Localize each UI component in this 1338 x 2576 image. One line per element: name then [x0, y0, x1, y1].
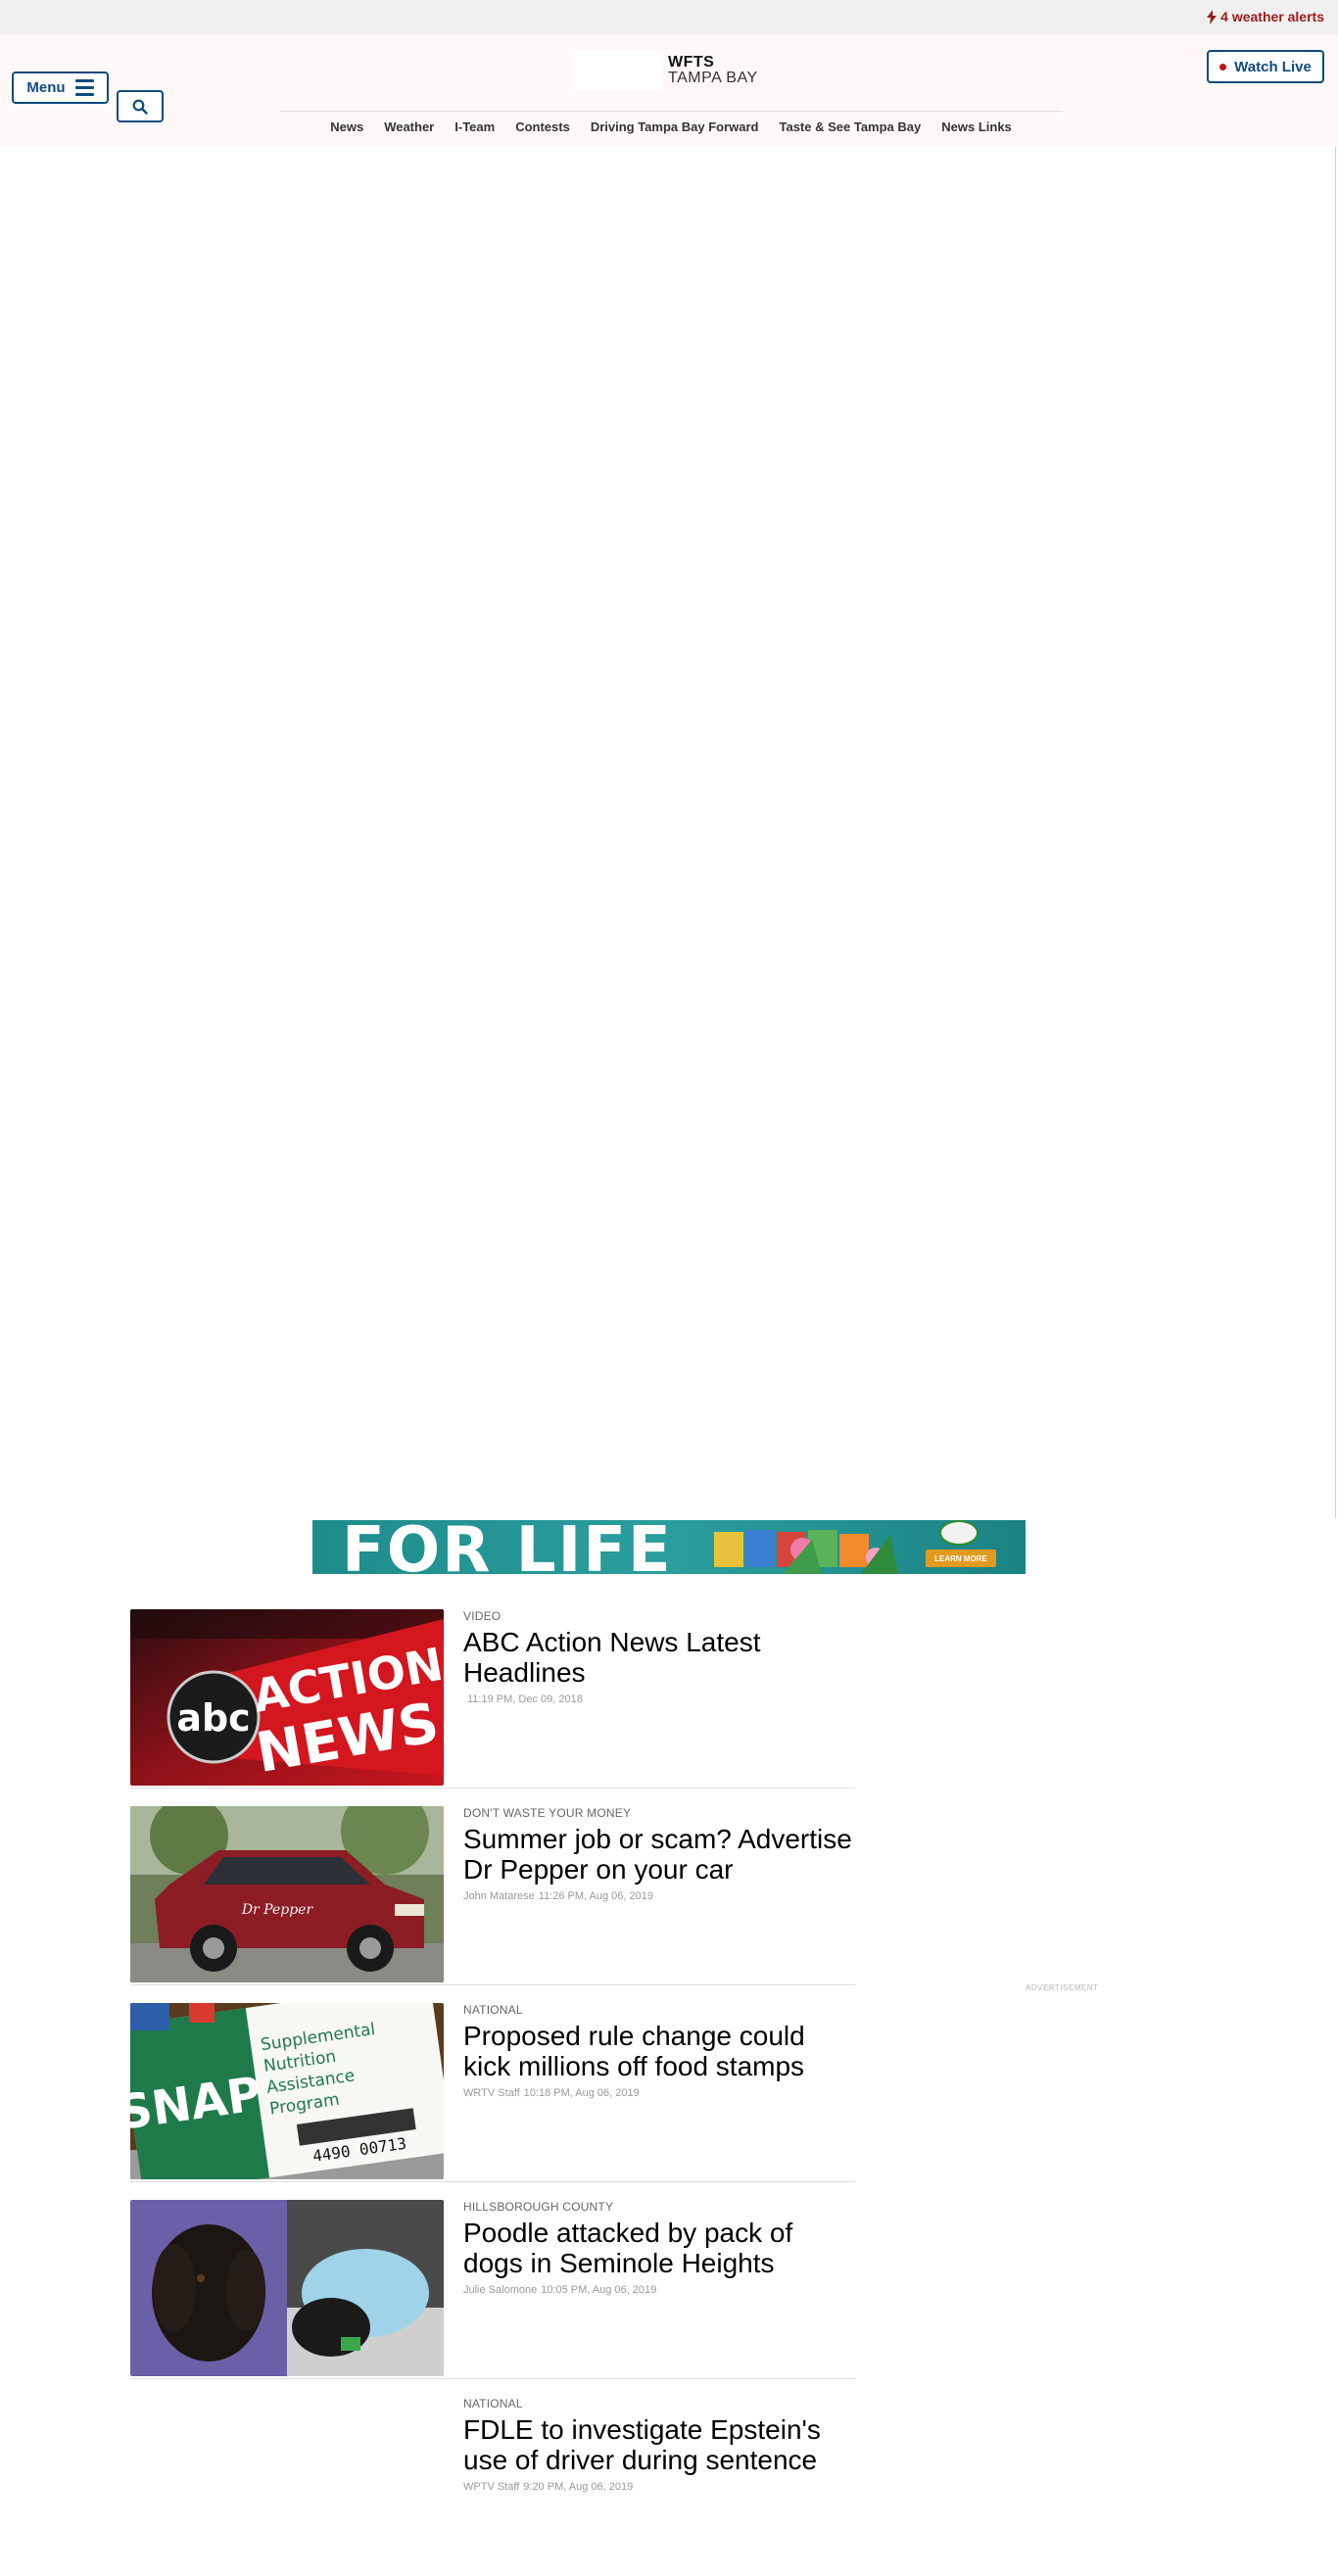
site-header: Menu WFTS TAMPA BAY Watch Live News Weat… [0, 34, 1338, 147]
banner-headline: FOR LIFE [342, 1520, 673, 1574]
nav-item-contests[interactable]: Contests [515, 119, 570, 134]
logo-mark [574, 51, 662, 90]
weather-alerts-link[interactable]: 4 weather alerts [1207, 9, 1324, 24]
story-headline[interactable]: Poodle attacked by pack of dogs in Semin… [463, 2218, 855, 2278]
weather-alerts-label: 4 weather alerts [1220, 9, 1324, 24]
nav-item-taste-and-see[interactable]: Taste & See Tampa Bay [780, 119, 922, 134]
story-author: Julie Salomone [463, 2284, 538, 2296]
watch-live-label: Watch Live [1234, 58, 1312, 75]
story-meta: Julie Salomone 10:05 PM, Aug 06, 2019 [463, 2284, 855, 2296]
snap-card-image: SNAP Supplemental Nutrition Assistance P… [130, 2003, 444, 2179]
lottery-logo [939, 1520, 979, 1546]
abc-action-news-image: abc ACTION NEWS [130, 1609, 444, 1786]
banner-learn-more-button[interactable]: LEARN MORE [926, 1550, 996, 1567]
story-item[interactable]: Dr Pepper DON'T WASTE YOUR MONEY Summer … [130, 1806, 855, 1985]
hamburger-icon [74, 79, 94, 96]
story-body: VIDEO ABC Action News Latest Headlines 1… [463, 1609, 855, 1705]
advertisement-label: ADVERTISEMENT [1026, 1983, 1099, 1992]
story-meta: WRTV Staff 10:18 PM, Aug 06, 2019 [463, 2087, 855, 2099]
logo-market-name: TAMPA BAY [668, 70, 758, 86]
story-body: NATIONAL Proposed rule change could kick… [463, 2003, 855, 2099]
story-body: HILLSBOROUGH COUNTY Poodle attacked by p… [463, 2200, 855, 2296]
story-thumbnail[interactable] [130, 2200, 444, 2376]
story-body: NATIONAL FDLE to investigate Epstein's u… [463, 2397, 855, 2493]
story-time: 11:19 PM, Dec 09, 2018 [467, 1693, 583, 1705]
story-time: 10:05 PM, Aug 06, 2019 [541, 2284, 657, 2296]
flowers-graphic [783, 1535, 898, 1574]
live-dot-icon [1219, 63, 1227, 71]
story-author: John Matarese [463, 1890, 535, 1902]
nav-item-weather[interactable]: Weather [384, 119, 434, 134]
story-time: 9:20 PM, Aug 06, 2019 [523, 2481, 634, 2493]
story-thumbnail[interactable]: Dr Pepper [130, 1806, 444, 1982]
nav-item-driving-tampa-bay-forward[interactable]: Driving Tampa Bay Forward [591, 119, 759, 134]
nav-item-i-team[interactable]: I-Team [454, 119, 495, 134]
story-category[interactable]: HILLSBOROUGH COUNTY [463, 2200, 855, 2214]
story-time: 11:26 PM, Aug 06, 2019 [538, 1890, 653, 1902]
story-item[interactable]: SNAP Supplemental Nutrition Assistance P… [130, 2003, 855, 2182]
poodle-image [130, 2200, 444, 2376]
story-thumbnail[interactable]: SNAP Supplemental Nutrition Assistance P… [130, 2003, 444, 2179]
logo-call-letters: WFTS [668, 54, 715, 71]
scroll-edge-line [1335, 147, 1336, 1518]
thumb-truck-logo: Dr Pepper [241, 1902, 314, 1918]
story-headline[interactable]: FDLE to investigate Epstein's use of dri… [463, 2414, 855, 2475]
story-headline[interactable]: Summer job or scam? Advertise Dr Pepper … [463, 1824, 855, 1884]
story-meta: John Matarese 11:26 PM, Aug 06, 2019 [463, 1890, 855, 1902]
nav-item-news-links[interactable]: News Links [941, 119, 1012, 134]
story-headline[interactable]: ABC Action News Latest Headlines [463, 1627, 855, 1688]
story-thumbnail[interactable]: abc ACTION NEWS [130, 1609, 444, 1786]
menu-button[interactable]: Menu [12, 72, 109, 104]
menu-label: Menu [26, 79, 66, 96]
story-meta: 11:19 PM, Dec 09, 2018 [463, 1693, 855, 1705]
story-time: 10:18 PM, Aug 06, 2019 [523, 2087, 640, 2099]
story-item[interactable]: HILLSBOROUGH COUNTY Poodle attacked by p… [130, 2200, 855, 2379]
search-button[interactable] [117, 90, 164, 122]
story-category[interactable]: NATIONAL [463, 2003, 855, 2017]
nav-item-news[interactable]: News [330, 119, 363, 134]
red-suv-image: Dr Pepper [130, 1806, 444, 1982]
story-body: DON'T WASTE YOUR MONEY Summer job or sca… [463, 1806, 855, 1902]
nav-divider [279, 111, 1063, 112]
search-icon [132, 99, 148, 115]
story-category[interactable]: DON'T WASTE YOUR MONEY [463, 1806, 855, 1820]
logo-text: WFTS TAMPA BAY [668, 55, 758, 86]
banner-advertisement[interactable]: FOR LIFE LEARN MORE [312, 1520, 1026, 1574]
station-logo[interactable]: WFTS TAMPA BAY [574, 51, 766, 90]
story-meta: WPTV Staff 9:20 PM, Aug 06, 2019 [463, 2481, 855, 2493]
thumb-abc-text: abc [176, 1696, 250, 1740]
story-category[interactable]: VIDEO [463, 1609, 855, 1623]
main-nav: News Weather I-Team Contests Driving Tam… [279, 119, 1063, 134]
watch-live-button[interactable]: Watch Live [1207, 50, 1324, 83]
story-category[interactable]: NATIONAL [463, 2397, 855, 2410]
story-author: WRTV Staff [463, 2087, 520, 2099]
lightning-icon [1207, 9, 1218, 24]
story-headline[interactable]: Proposed rule change could kick millions… [463, 2021, 855, 2081]
story-author: WPTV Staff [463, 2481, 520, 2493]
weather-alert-bar: 4 weather alerts [0, 0, 1338, 34]
story-item[interactable]: abc ACTION NEWS VIDEO ABC Action News La… [130, 1609, 855, 1789]
story-item[interactable]: NATIONAL FDLE to investigate Epstein's u… [130, 2397, 855, 2576]
